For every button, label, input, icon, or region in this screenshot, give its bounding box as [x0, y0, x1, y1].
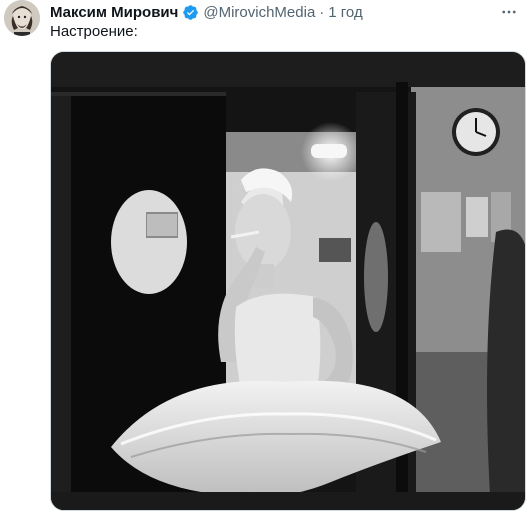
- separator-dot: ·: [319, 3, 325, 21]
- tweet-timestamp[interactable]: 1 год: [328, 4, 362, 21]
- avatar-image: [4, 0, 40, 36]
- tweet-photo[interactable]: [50, 51, 526, 511]
- tweet-header: Максим Мирович @MirovichMedia · 1 год: [50, 2, 363, 22]
- verified-badge-icon: [182, 4, 199, 21]
- photo-image: [51, 52, 525, 510]
- more-options-icon[interactable]: [499, 2, 519, 22]
- author-name[interactable]: Максим Мирович: [50, 4, 178, 21]
- author-avatar[interactable]: [4, 0, 40, 36]
- tweet-text: Настроение:: [50, 23, 138, 40]
- author-handle[interactable]: @MirovichMedia: [203, 4, 315, 21]
